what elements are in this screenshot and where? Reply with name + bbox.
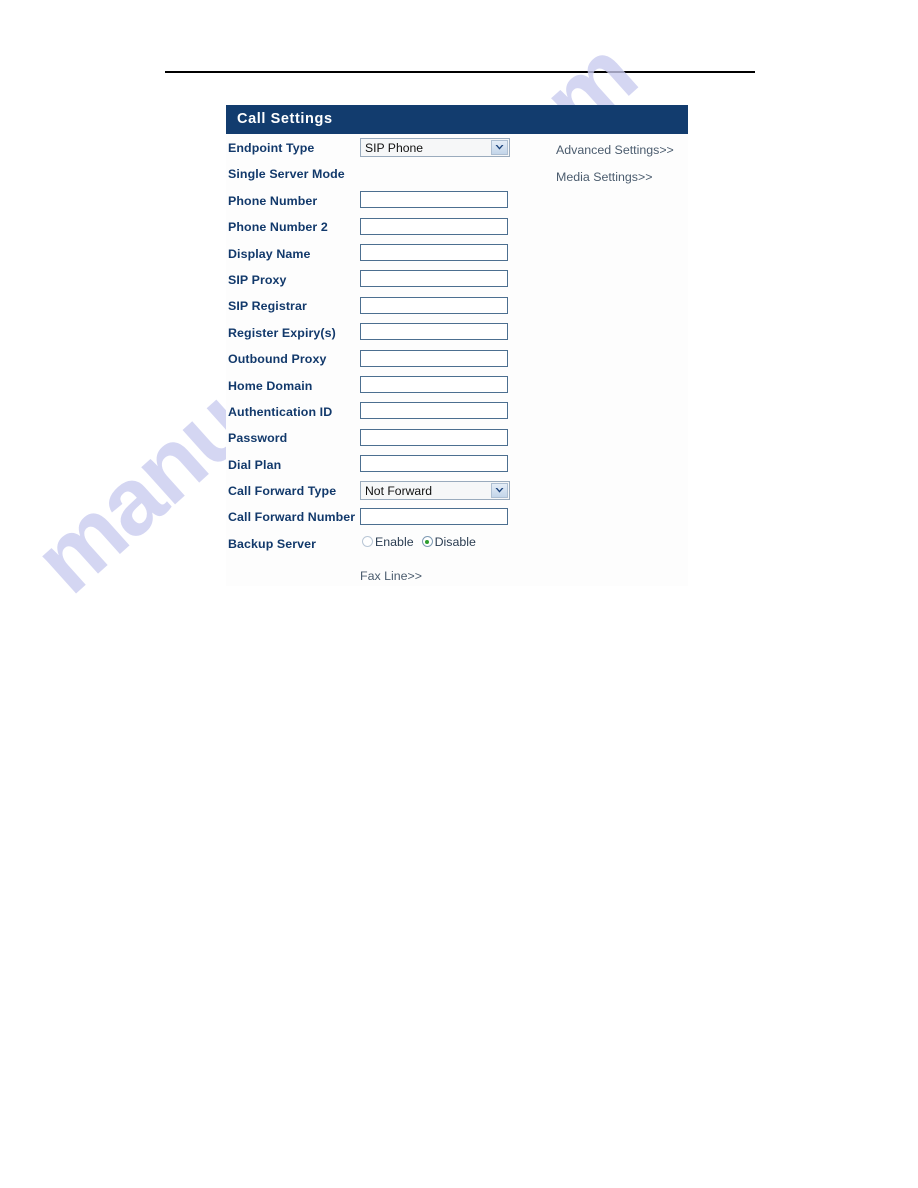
radio-unselected-icon[interactable] [362, 536, 373, 548]
field-container [360, 507, 508, 525]
form-row: Home Domain [226, 376, 688, 402]
field-label: Call Forward Number [228, 510, 356, 525]
form-row: Register Expiry(s) [226, 323, 688, 349]
field-label: Home Domain [228, 378, 313, 393]
form-row: Password [226, 428, 688, 454]
field-container [360, 349, 508, 367]
text-input[interactable] [360, 217, 508, 235]
radio-label: Enable [375, 534, 414, 549]
document-page: manualshive.com Call Settings Endpoint T… [0, 0, 918, 1188]
radio-option[interactable]: Disable [421, 534, 476, 549]
field-container [360, 402, 508, 420]
field-container [360, 244, 508, 262]
field-label: Register Expiry(s) [228, 325, 336, 340]
text-input[interactable] [360, 323, 508, 341]
chevron-down-icon[interactable] [491, 483, 508, 499]
fax-line-link[interactable]: Fax Line>> [360, 569, 422, 583]
field-label: Display Name [228, 246, 311, 261]
field-label: Backup Server [228, 536, 317, 551]
field-container [360, 270, 508, 288]
form-row: Call Forward Number [226, 507, 688, 533]
text-input[interactable] [360, 428, 508, 446]
form-row: SIP Registrar [226, 296, 688, 322]
text-input[interactable] [360, 455, 508, 473]
panel-title-bar: Call Settings [226, 105, 688, 134]
form-row: Phone Number 2 [226, 217, 688, 243]
field-label: Authentication ID [228, 404, 333, 419]
form-row: Authentication ID [226, 402, 688, 428]
form-row: SIP Proxy [226, 270, 688, 296]
dropdown-select[interactable]: SIP Phone [360, 138, 510, 157]
dropdown-select[interactable]: Not Forward [360, 481, 510, 501]
radio-label: Disable [434, 534, 476, 549]
field-container [360, 455, 508, 473]
text-input[interactable] [360, 191, 508, 209]
field-container [360, 191, 508, 209]
form-row: Call Forward Type Not Forward [226, 481, 688, 507]
text-input[interactable] [360, 349, 508, 367]
field-label: Phone Number [228, 193, 318, 208]
radio-group: Enable Disable [362, 535, 476, 549]
form-row: Phone Number [226, 191, 688, 217]
dropdown-value: SIP Phone [365, 141, 424, 155]
field-container [360, 376, 508, 394]
field-label: Endpoint Type [228, 141, 315, 155]
text-input[interactable] [360, 376, 508, 394]
text-input[interactable] [360, 507, 508, 525]
field-label: Password [228, 431, 288, 446]
radio-selected-icon[interactable] [421, 536, 433, 548]
text-input[interactable] [360, 296, 508, 314]
call-settings-form: Endpoint Type SIP Phone Single Server Mode… [226, 138, 688, 560]
page-title: Call Settings [237, 111, 333, 127]
field-container [360, 323, 508, 341]
form-row: Dial Plan [226, 455, 688, 481]
form-row: Outbound Proxy [226, 349, 688, 375]
media-settings-link[interactable]: Media Settings>> [556, 170, 652, 184]
chevron-down-icon[interactable] [491, 140, 508, 155]
field-container: Not Forward [360, 481, 510, 501]
field-label: Dial Plan [228, 457, 282, 472]
field-label: Outbound Proxy [228, 352, 327, 367]
form-row: Backup Server Enable Disable [226, 534, 688, 560]
text-input[interactable] [360, 270, 508, 288]
page-header-rule [165, 71, 755, 73]
call-settings-panel: Call Settings Endpoint Type SIP Phone Sing… [226, 105, 688, 586]
form-row: Display Name [226, 244, 688, 270]
dropdown-value: Not Forward [365, 484, 433, 499]
field-label: Phone Number 2 [228, 220, 328, 235]
field-container [360, 428, 508, 446]
field-label: Single Server Mode [228, 167, 345, 182]
text-input[interactable] [360, 244, 508, 262]
advanced-settings-link[interactable]: Advanced Settings>> [556, 143, 674, 157]
text-input[interactable] [360, 402, 508, 420]
field-container: SIP Phone [360, 138, 510, 157]
field-label: Call Forward Type [228, 484, 337, 499]
radio-option[interactable]: Enable [362, 535, 414, 549]
field-container [360, 217, 508, 235]
field-container [360, 296, 508, 314]
field-label: SIP Registrar [228, 299, 307, 314]
field-label: SIP Proxy [228, 272, 287, 287]
